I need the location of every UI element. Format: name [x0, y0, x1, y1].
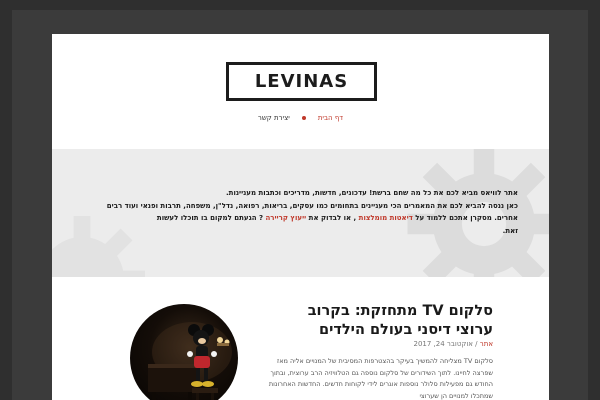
post-excerpt: סלקום TV מצליחה להמשיך בעיקר בהצטרפות המ…	[268, 357, 493, 400]
site-logo-text: LEVINAS	[254, 71, 349, 92]
hero-line: זאת.	[502, 226, 518, 235]
nav-separator-dot	[301, 116, 306, 120]
hero-text-fragment: אחרים. מסקרן אתכם ללמוד על	[412, 214, 518, 222]
post-thumbnail[interactable]	[130, 304, 238, 400]
content-page: LEVINAS דף הבית יצירת קשר אתר לוויאס מבי…	[52, 34, 549, 400]
hero-text-fragment: ? הגעתם למקום בו תוכלו לעשות	[156, 214, 266, 222]
mickey-figure-image	[148, 322, 232, 400]
hero-intro-text: אתר לוויאס מביא לכם את כל מה שחם ברשת! ע…	[86, 187, 518, 237]
link-recommended-diets[interactable]: דיאטות מומלצות	[359, 214, 413, 222]
link-career-advice[interactable]: ייעוץ קריירה	[265, 214, 306, 222]
hero-line: כאן ננסה להביא לכם את המאמרים הכי מעניינ…	[106, 201, 518, 210]
post-meta: אתר / אוקטובר 24, 2017	[267, 340, 494, 348]
hero-line: אחרים. מסקרן אתכם ללמוד על דיאטות מומלצו…	[86, 212, 518, 225]
hero-text-fragment: את	[306, 214, 319, 222]
nav-item-contact[interactable]: יצירת קשר	[258, 114, 290, 122]
site-logo[interactable]: LEVINAS	[226, 62, 377, 101]
main-nav: דף הבית יצירת קשר	[52, 114, 549, 122]
post-author[interactable]: אתר	[480, 340, 493, 348]
hero-line: אתר לוויאס מביא לכם את כל מה שחם ברשת! ע…	[226, 189, 518, 197]
hero-banner: אתר לוויאס מביא לכם את כל מה שחם ברשת! ע…	[52, 149, 549, 277]
nav-item-home[interactable]: דף הבית	[318, 114, 343, 122]
post-date: אוקטובר 24, 2017	[413, 340, 473, 348]
hero-text-fragment: , או לבדוק	[318, 214, 359, 222]
post-title[interactable]: סלקום TV מתחזקת: בקרוב ערוצי דיסני בעולם…	[267, 302, 493, 340]
meta-separator: /	[472, 340, 478, 348]
page-background: LEVINAS דף הבית יצירת קשר אתר לוויאס מבי…	[0, 0, 600, 400]
